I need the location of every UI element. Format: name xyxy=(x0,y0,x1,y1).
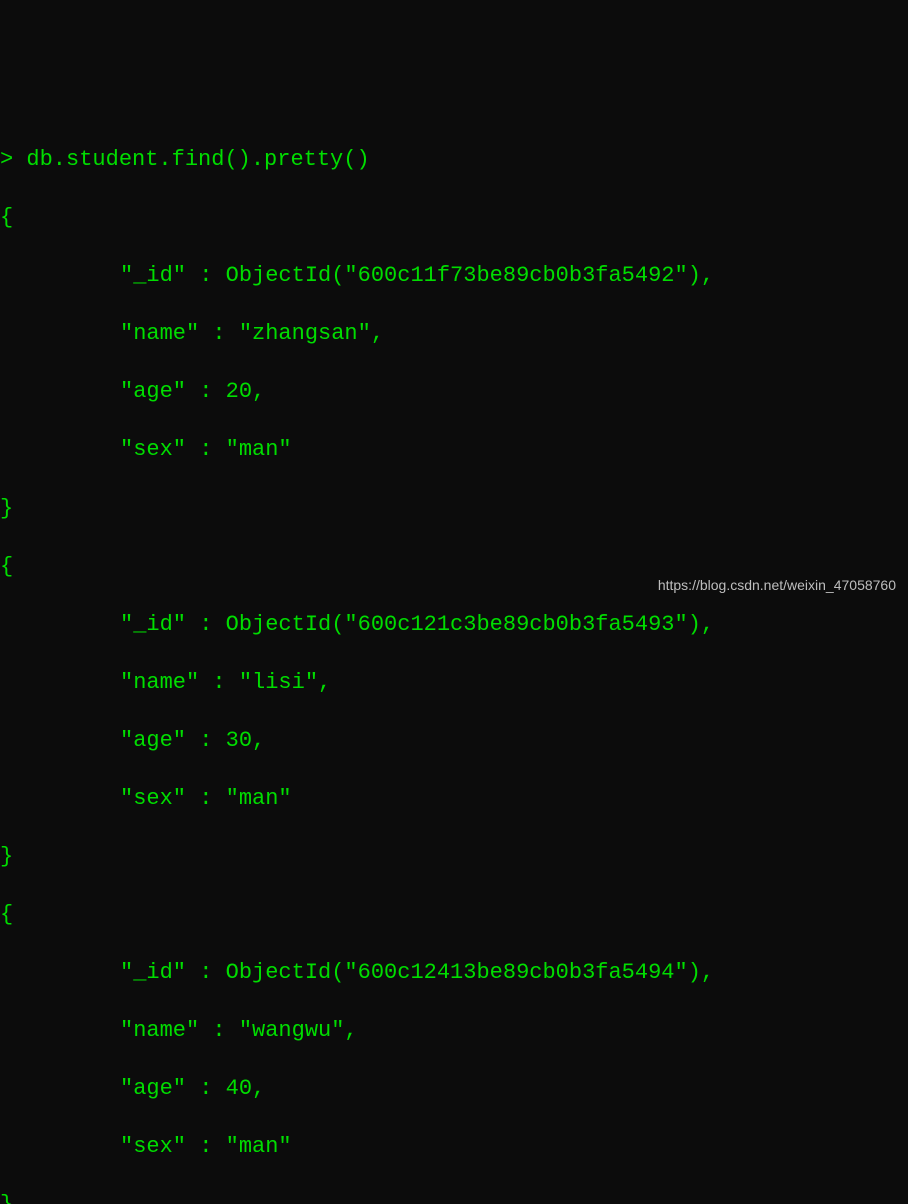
record-name: "name" : "lisi", xyxy=(0,668,908,697)
record-age: "age" : 30, xyxy=(0,726,908,755)
brace-close: } xyxy=(0,494,908,523)
record-id: "_id" : ObjectId("600c121c3be89cb0b3fa54… xyxy=(0,610,908,639)
record-name: "name" : "zhangsan", xyxy=(0,319,908,348)
record-sex: "sex" : "man" xyxy=(0,435,908,464)
record-age: "age" : 20, xyxy=(0,377,908,406)
record-id: "_id" : ObjectId("600c12413be89cb0b3fa54… xyxy=(0,958,908,987)
terminal-output: > db.student.find().pretty() { "_id" : O… xyxy=(0,116,908,1204)
watermark-text: https://blog.csdn.net/weixin_47058760 xyxy=(658,576,896,594)
brace-open: { xyxy=(0,203,908,232)
record-name: "name" : "wangwu", xyxy=(0,1016,908,1045)
brace-close: } xyxy=(0,1190,908,1204)
brace-open: { xyxy=(0,900,908,929)
record-sex: "sex" : "man" xyxy=(0,784,908,813)
record-sex: "sex" : "man" xyxy=(0,1132,908,1161)
record-age: "age" : 40, xyxy=(0,1074,908,1103)
command-text: db.student.find().pretty() xyxy=(26,147,369,172)
record-id: "_id" : ObjectId("600c11f73be89cb0b3fa54… xyxy=(0,261,908,290)
brace-close: } xyxy=(0,842,908,871)
prompt: > xyxy=(0,147,26,172)
command-line[interactable]: > db.student.find().pretty() xyxy=(0,145,908,174)
